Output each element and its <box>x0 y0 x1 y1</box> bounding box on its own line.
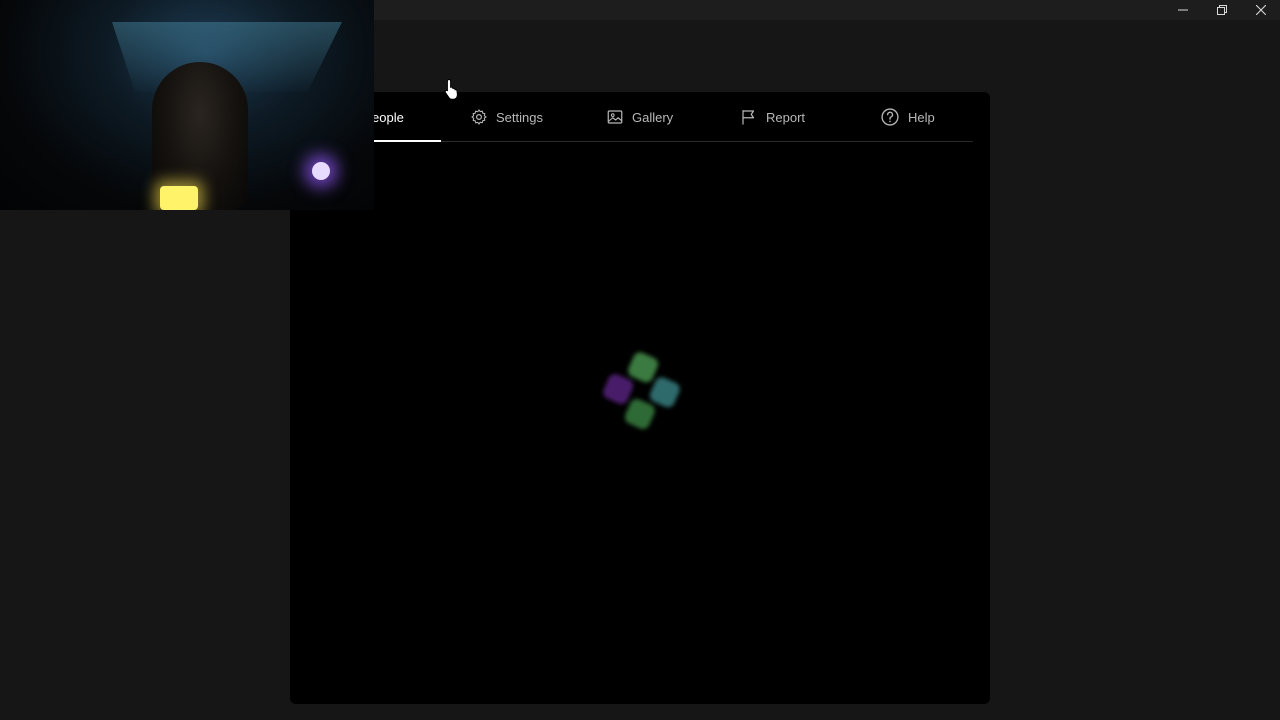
loader-square-purple <box>603 374 634 404</box>
tab-gallery-label: Gallery <box>632 109 674 125</box>
main-panel: eople Settings Gallery Report Help <box>290 92 990 704</box>
restore-icon <box>1216 5 1227 15</box>
tab-help-label: Help <box>908 109 935 125</box>
close-button[interactable] <box>1241 0 1280 20</box>
loading-spinner-icon <box>603 352 680 429</box>
minimize-icon <box>1177 9 1188 11</box>
minimize-button[interactable] <box>1163 0 1202 20</box>
flag-icon <box>742 110 755 125</box>
tab-settings[interactable]: Settings <box>470 92 543 142</box>
help-circle-icon <box>881 108 899 126</box>
restore-button[interactable] <box>1202 0 1241 20</box>
loader-square-green-bottom <box>624 399 655 429</box>
tab-people[interactable]: eople <box>372 92 404 142</box>
tab-gallery[interactable]: Gallery <box>606 92 673 142</box>
hand-pointer-icon <box>444 78 458 100</box>
tab-report-label: Report <box>766 109 806 125</box>
tab-help[interactable]: Help <box>880 92 935 142</box>
webcam-purple-light <box>312 162 330 180</box>
tab-people-label: eople <box>372 109 404 125</box>
tab-settings-label: Settings <box>496 109 543 125</box>
image-icon <box>607 110 623 124</box>
webcam-yellow-light <box>160 186 198 210</box>
window-controls <box>1163 0 1280 20</box>
close-icon <box>1255 5 1266 15</box>
loader-square-teal <box>649 377 680 408</box>
webcam-overlay <box>0 0 374 210</box>
loader-square-green-top <box>628 352 659 383</box>
tab-report[interactable]: Report <box>740 92 805 142</box>
tab-bar: eople Settings Gallery Report Help <box>290 92 973 142</box>
gear-icon <box>471 109 487 125</box>
